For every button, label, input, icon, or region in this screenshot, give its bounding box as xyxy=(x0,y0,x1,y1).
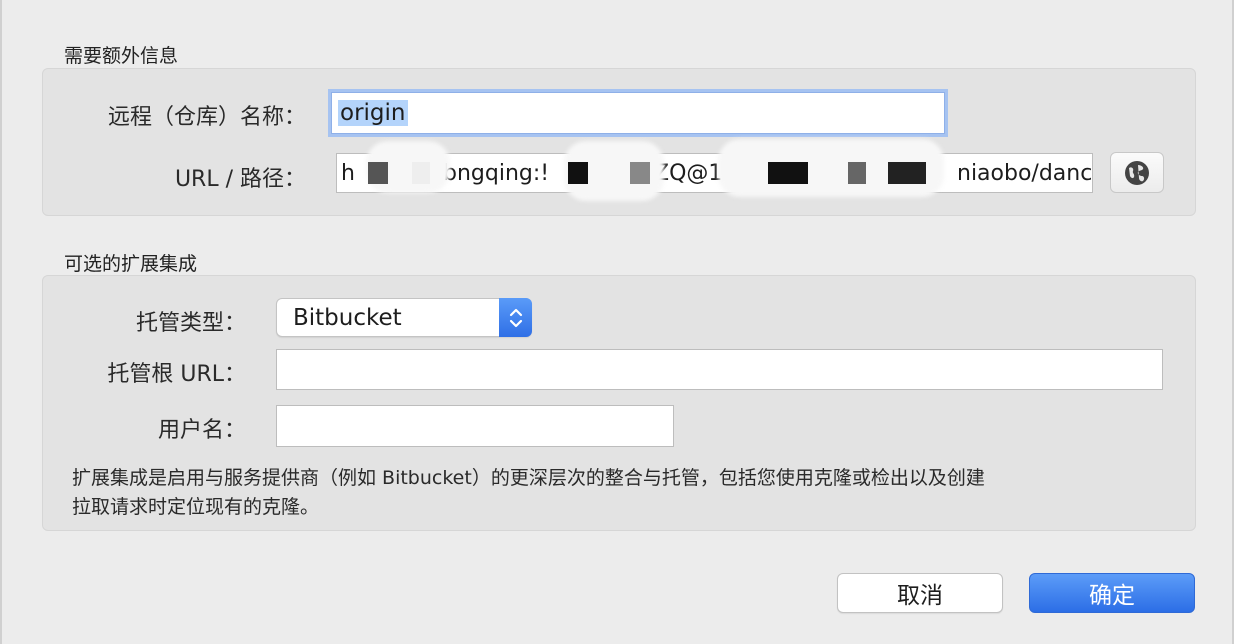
redaction-block xyxy=(630,162,650,184)
globe-icon xyxy=(1125,160,1149,185)
help-text-line-2: 拉取请求时定位现有的克隆。 xyxy=(72,496,320,518)
updown-chevron-icon xyxy=(499,298,532,337)
url-path-label: URL / 路径： xyxy=(174,167,306,192)
hosting-root-url-input[interactable] xyxy=(276,349,1163,390)
browse-button[interactable] xyxy=(1110,152,1164,193)
integration-help-text: 扩展集成是启用与服务提供商（例如 Bitbucket）的更深层次的整合与托管，包… xyxy=(72,464,1182,522)
redaction-block xyxy=(848,162,866,184)
hosting-type-label: 托管类型： xyxy=(135,311,246,336)
redaction-block xyxy=(888,162,926,184)
username-label: 用户名： xyxy=(157,418,246,443)
redaction-block xyxy=(568,162,588,184)
help-text-line-1: 扩展集成是启用与服务提供商（例如 Bitbucket）的更深层次的整合与托管，包… xyxy=(72,467,985,489)
redaction-block xyxy=(768,162,808,184)
redaction-block xyxy=(412,162,430,184)
hosting-root-url-label: 托管根 URL： xyxy=(107,362,246,387)
url-segment-3: ZQ@1 xyxy=(654,160,723,186)
hosting-type-value: Bitbucket xyxy=(293,304,402,331)
url-segment-4: niaobo/danc xyxy=(957,160,1093,186)
username-input[interactable] xyxy=(276,405,674,447)
remote-name-value: origin xyxy=(338,100,408,126)
url-segment-1: h xyxy=(341,160,355,186)
cancel-button[interactable]: 取消 xyxy=(837,573,1003,613)
section-title-optional: 可选的扩展集成 xyxy=(64,253,198,275)
hosting-type-select[interactable]: Bitbucket xyxy=(276,298,532,337)
remote-name-label: 远程（仓库）名称： xyxy=(107,105,306,130)
window-edge-left xyxy=(0,0,2,644)
redaction-block xyxy=(368,162,388,184)
remote-name-input[interactable]: origin xyxy=(331,92,945,134)
url-segment-2: bngqing:! xyxy=(443,160,550,186)
section-title-required: 需要额外信息 xyxy=(64,45,179,67)
ok-button[interactable]: 确定 xyxy=(1029,573,1195,613)
